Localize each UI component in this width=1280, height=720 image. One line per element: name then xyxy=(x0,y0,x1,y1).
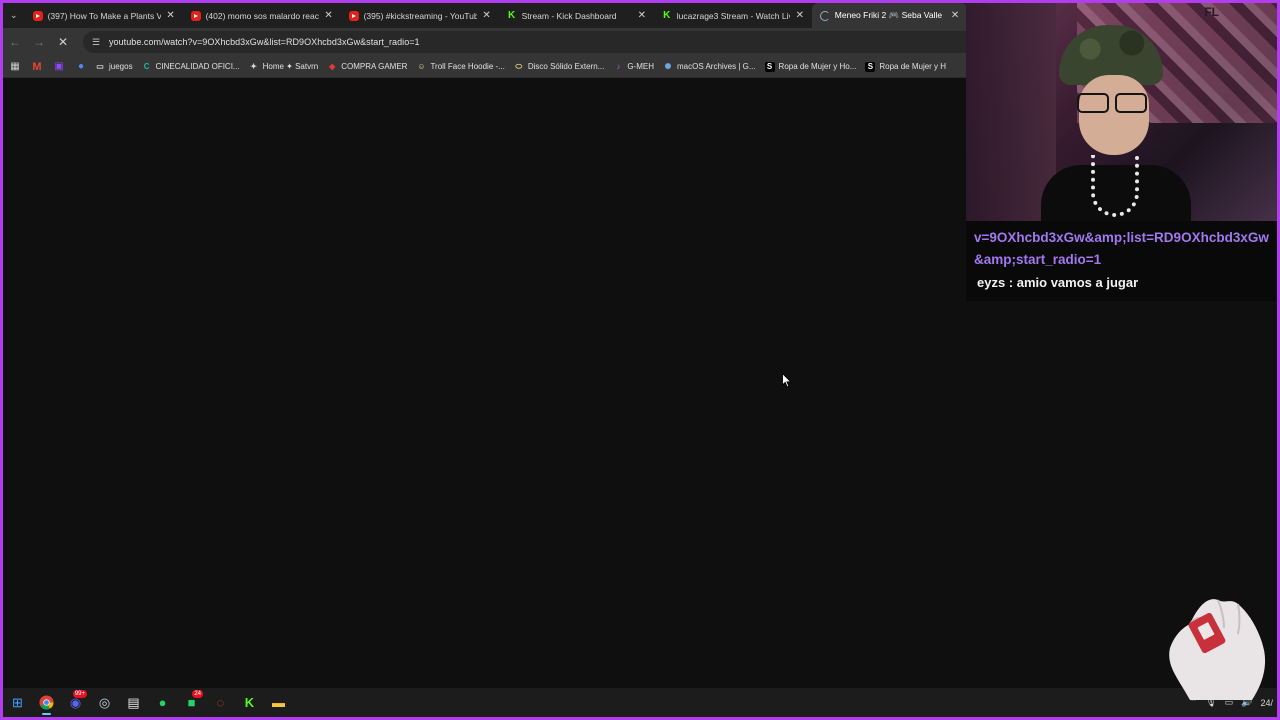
bookmark-label: Disco Sólido Extern... xyxy=(527,62,605,71)
disk-icon: ⬭ xyxy=(515,61,523,71)
kick-icon: K xyxy=(663,10,671,21)
windows-taskbar: ⊞ ◉ 99+ ◎ ▤ ● ■ 24 ◌ K ▬ ⌃ 🎙 ▭ 🔊 24/ xyxy=(3,688,1277,717)
shein-icon: S xyxy=(865,61,876,72)
bookmark-item[interactable]: ▭ juegos xyxy=(95,62,133,72)
tab-title: lucazrage3 Stream - Watch Live xyxy=(676,10,790,21)
back-button[interactable]: ← xyxy=(3,30,27,54)
steam-icon[interactable]: ◎ xyxy=(90,688,119,717)
tab-close-icon[interactable]: ✕ xyxy=(636,10,648,21)
url-text: youtube.com/watch?v=9OXhcbd3xGw&list=RD9… xyxy=(109,37,420,47)
discord-icon[interactable]: ◉ 99+ xyxy=(61,688,90,717)
tab-close-icon[interactable]: ✕ xyxy=(481,10,493,21)
bookmark-label: COMPRA GAMER xyxy=(341,62,408,71)
youtube-icon xyxy=(190,10,201,21)
tab-title: (397) How To Make a Plants Vs xyxy=(47,10,161,21)
apps-grid-icon[interactable]: ▦ xyxy=(7,59,23,75)
tab[interactable]: (402) momo sos malardo reacc ✕ xyxy=(183,3,341,28)
bookmark-label: CINECALIDAD OFICI... xyxy=(155,62,240,71)
bookmark-label: Troll Face Hoodie -... xyxy=(430,62,505,71)
site-info-icon[interactable]: ☰ xyxy=(89,35,103,49)
youtube-icon xyxy=(32,10,43,21)
hand-holding-item-image xyxy=(1169,599,1266,700)
folder-icon: ▭ xyxy=(96,62,104,71)
streamer-person xyxy=(1041,15,1191,221)
bookmark-label: Ropa de Mujer y H xyxy=(879,62,947,71)
tab-active[interactable]: Meneo Friki 2 🎮 Seba Valle ✕ xyxy=(811,3,967,28)
bookmark-item[interactable]: ☺ Troll Face Hoodie -... xyxy=(416,62,505,72)
stream-chat-overlay: v=9OXhcbd3xGw&amp;list=RD9OXhcbd3xGw&amp… xyxy=(966,221,1277,301)
stop-loading-button[interactable]: ✕ xyxy=(51,30,75,54)
tab-title: (395) #kickstreaming - YouTube xyxy=(363,10,477,21)
notepad-icon[interactable]: ▤ xyxy=(119,688,148,717)
chrome-icon[interactable] xyxy=(32,688,61,717)
shein-icon: S xyxy=(764,61,775,72)
webcam-overlay: FL xyxy=(966,3,1277,221)
tab-close-icon[interactable]: ✕ xyxy=(323,10,335,21)
game-icon[interactable]: ◌ xyxy=(206,688,235,717)
bookmark-label: G-MEH xyxy=(627,62,654,71)
bookmark-icon[interactable]: ● xyxy=(73,59,89,75)
kick-icon: K xyxy=(507,10,516,21)
tab-search-chevron-icon[interactable]: ⌄ xyxy=(3,3,25,28)
spotify-icon[interactable]: ● xyxy=(148,688,177,717)
bookmark-label: Home ✦ Satvrn xyxy=(262,62,319,71)
bookmark-item[interactable]: C CINECALIDAD OFICI... xyxy=(142,62,240,72)
bookmark-item[interactable]: S Ropa de Mujer y Ho... xyxy=(764,61,857,72)
tab[interactable]: (397) How To Make a Plants Vs ✕ xyxy=(25,3,183,28)
file-explorer-icon[interactable]: ▬ xyxy=(264,688,293,717)
macos-icon: ✺ xyxy=(664,62,672,71)
whatsapp-icon[interactable]: ■ 24 xyxy=(177,688,206,717)
browser-toolbar: ← → ✕ ☰ youtube.com/watch?v=9OXhcbd3xGw&… xyxy=(3,28,967,56)
bookmark-label: juegos xyxy=(109,62,133,71)
cinecalidad-icon: C xyxy=(143,62,150,71)
chat-message: eyzs : amio vamos a jugar xyxy=(977,275,1139,290)
compragamer-icon: ◆ xyxy=(329,62,336,71)
streamer-face xyxy=(1079,75,1149,155)
kick-icon[interactable]: K xyxy=(235,688,264,717)
gmeh-icon: ♪ xyxy=(616,62,621,71)
tab[interactable]: K Stream - Kick Dashboard ✕ xyxy=(499,3,654,28)
trollface-icon: ☺ xyxy=(417,62,426,71)
tab-strip: ⌄ (397) How To Make a Plants Vs ✕ (402) … xyxy=(3,3,967,28)
tab[interactable]: K lucazrage3 Stream - Watch Live ✕ xyxy=(654,3,812,28)
tab-close-icon[interactable]: ✕ xyxy=(794,10,806,21)
address-bar[interactable]: ☰ youtube.com/watch?v=9OXhcbd3xGw&list=R… xyxy=(83,31,967,53)
whatsapp-badge: 24 xyxy=(192,690,203,698)
bookmark-item[interactable]: ✺ macOS Archives | G... xyxy=(663,62,756,72)
twitch-icon[interactable]: ▣ xyxy=(51,59,67,75)
bookmark-item[interactable]: ♪ G-MEH xyxy=(613,62,654,72)
mouse-cursor-icon xyxy=(782,373,792,388)
wall-poster-text: FL xyxy=(1204,5,1219,19)
gmail-icon[interactable]: M xyxy=(29,59,45,75)
discord-badge: 99+ xyxy=(72,690,87,698)
bookmark-label: Ropa de Mujer y Ho... xyxy=(778,62,857,71)
tab[interactable]: (395) #kickstreaming - YouTube ✕ xyxy=(341,3,499,28)
forward-button[interactable]: → xyxy=(27,30,51,54)
tab-close-icon[interactable]: ✕ xyxy=(949,10,961,21)
tab-title: Stream - Kick Dashboard xyxy=(521,10,617,21)
tab-title: Meneo Friki 2 🎮 Seba Valle xyxy=(834,10,943,20)
windows-start-icon[interactable]: ⊞ xyxy=(3,688,32,717)
loading-icon xyxy=(819,10,830,21)
silver-chain xyxy=(1091,155,1139,217)
tab-title: (402) momo sos malardo reacc xyxy=(205,10,319,21)
bookmark-item[interactable]: ✦ Home ✦ Satvrn xyxy=(249,62,319,72)
tab-close-icon[interactable]: ✕ xyxy=(165,10,177,21)
chrome-logo xyxy=(39,695,54,710)
bookmarks-bar: ▦ M ▣ ● ▭ juegos C CINECALIDAD OFICI... … xyxy=(3,56,967,78)
bookmark-label: macOS Archives | G... xyxy=(677,62,756,71)
star-icon: ✦ xyxy=(250,62,257,71)
bookmark-item[interactable]: ⬭ Disco Sólido Extern... xyxy=(514,62,604,72)
bookmark-item[interactable]: ◆ COMPRA GAMER xyxy=(327,62,407,72)
chat-link-text: v=9OXhcbd3xGw&amp;list=RD9OXhcbd3xGw&amp… xyxy=(974,230,1269,267)
youtube-icon xyxy=(348,10,359,21)
bookmark-item[interactable]: S Ropa de Mujer y H xyxy=(865,61,947,72)
glasses xyxy=(1075,93,1155,115)
